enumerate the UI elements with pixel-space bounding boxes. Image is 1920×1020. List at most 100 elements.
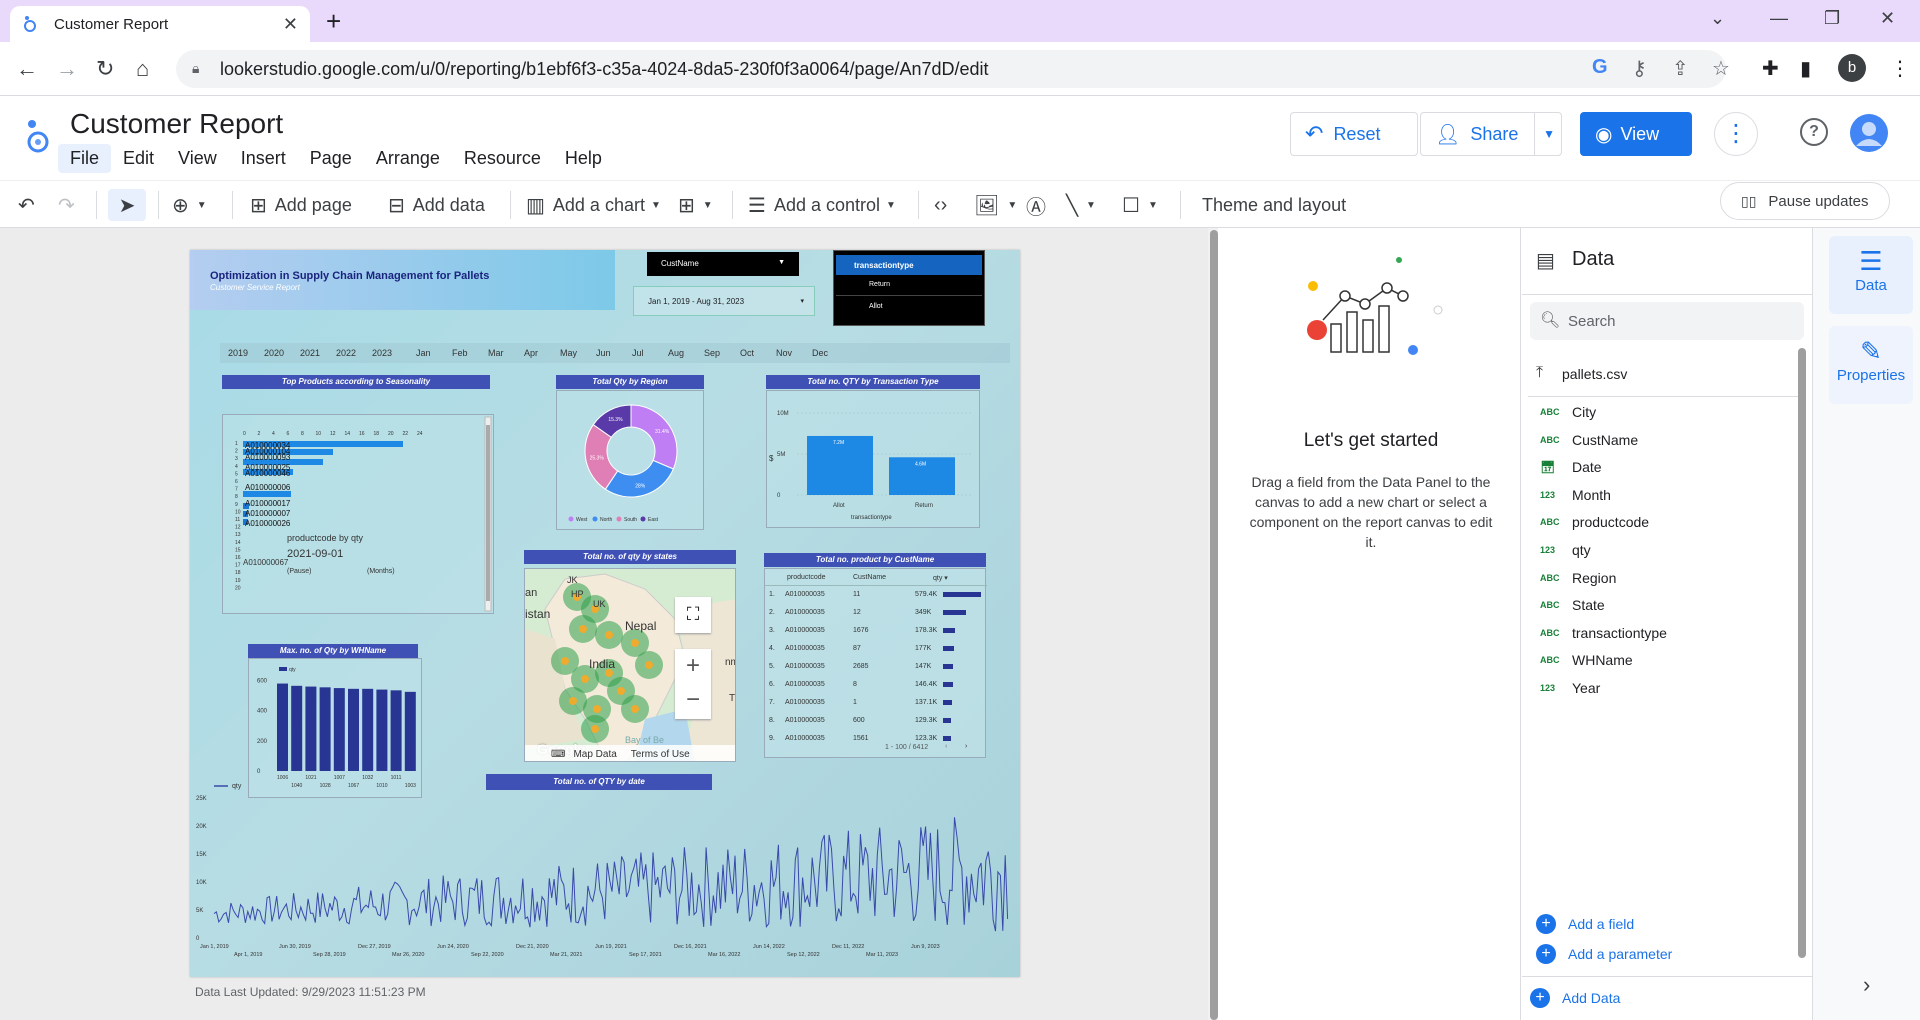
- tab-close-icon[interactable]: ✕: [283, 14, 298, 35]
- menu-help[interactable]: Help: [553, 144, 614, 173]
- canvas-scrollbar[interactable]: [1208, 228, 1218, 1020]
- map-zoom-in-icon[interactable]: +: [675, 649, 711, 683]
- back-icon[interactable]: ←: [16, 56, 38, 82]
- custname-dropdown[interactable]: CustName ▼: [647, 252, 799, 276]
- year-filter-2021[interactable]: 2021: [300, 348, 320, 358]
- table-prev-icon[interactable]: ‹: [945, 743, 947, 750]
- browser-menu-icon[interactable]: ⋮: [1890, 56, 1910, 81]
- year-filter-2023[interactable]: 2023: [372, 348, 392, 358]
- option-return[interactable]: Return: [869, 281, 890, 288]
- qty-date-chart[interactable]: qty 25K 20K 15K 10K 5K 0 Jan 1, 2019 Jun 30, 201…: [190, 778, 1020, 977]
- reload-icon[interactable]: ↻: [96, 56, 114, 82]
- text-box-icon[interactable]: Ⓐ: [1026, 189, 1054, 221]
- field-qty[interactable]: 123 qty: [1540, 542, 1591, 558]
- transactiontype-control[interactable]: transactiontype Return Allot: [833, 250, 985, 326]
- menu-view[interactable]: View: [166, 144, 229, 173]
- month-filter-jul[interactable]: Jul: [632, 348, 644, 358]
- table-next-icon[interactable]: ›: [965, 743, 967, 750]
- add-data-button[interactable]: ⊟ Add data: [388, 189, 485, 221]
- top-products-chart[interactable]: 0 2 4 6 8 10 12 14 16 18 20 22 24 1 2 3 4 5 6 7 8 9 10 11 12 13 14…: [222, 414, 494, 614]
- user-avatar-icon[interactable]: [1850, 114, 1888, 152]
- year-filter-2019[interactable]: 2019: [228, 348, 248, 358]
- field-whname[interactable]: ABC WHName: [1540, 652, 1633, 668]
- data-search-input[interactable]: 🔍︎ Search: [1530, 302, 1804, 340]
- tab-search-icon[interactable]: ⌄: [1710, 8, 1725, 29]
- field-transactiontype[interactable]: ABC transactiontype: [1540, 625, 1667, 641]
- data-panel-scrollbar[interactable]: [1798, 348, 1806, 958]
- cust-table[interactable]: productcode CustName qty ▾ 1. A010000035 1…: [764, 568, 987, 758]
- col-qty[interactable]: qty ▾: [933, 574, 948, 582]
- properties-rail-button[interactable]: ✎ Properties: [1829, 326, 1913, 404]
- more-options-icon[interactable]: ⋮: [1714, 112, 1758, 156]
- col-custname[interactable]: CustName: [853, 574, 886, 581]
- field-month[interactable]: 123 Month: [1540, 487, 1611, 503]
- transaction-bar-chart[interactable]: 10M 5M 0 $7.2M Allot 4.6M Return transactiontyp…: [766, 390, 980, 528]
- data-source-name[interactable]: pallets.csv: [1562, 366, 1627, 382]
- month-filter-jan[interactable]: Jan: [416, 348, 431, 358]
- line-icon[interactable]: ╲ ▼: [1066, 189, 1096, 221]
- col-productcode[interactable]: productcode: [787, 574, 826, 581]
- add-parameter-link[interactable]: + Add a parameter: [1536, 944, 1672, 964]
- data-rail-button[interactable]: ☰ Data: [1829, 236, 1913, 314]
- field-productcode[interactable]: ABC productcode: [1540, 514, 1649, 530]
- menu-resource[interactable]: Resource: [452, 144, 553, 173]
- pause-updates-button[interactable]: ▯▯ Pause updates: [1720, 182, 1890, 220]
- share-button[interactable]: 👤︎ Share ▼: [1420, 112, 1562, 156]
- undo-icon[interactable]: ↶: [18, 189, 43, 221]
- add-field-link[interactable]: + Add a field: [1536, 914, 1634, 934]
- bookmark-star-icon[interactable]: ☆: [1712, 56, 1730, 81]
- minimize-icon[interactable]: —: [1770, 8, 1788, 29]
- field-city[interactable]: ABC City: [1540, 404, 1596, 420]
- browser-tab[interactable]: Customer Report ✕: [10, 6, 310, 42]
- redo-icon[interactable]: ↷: [58, 189, 83, 221]
- map-fullscreen-icon[interactable]: ⛶: [675, 597, 711, 633]
- date-range-control[interactable]: Jan 1, 2019 - Aug 31, 2023 ▾: [633, 286, 815, 316]
- field-year[interactable]: 123 Year: [1540, 680, 1600, 696]
- report-title[interactable]: Customer Report: [70, 108, 283, 140]
- year-filter-2020[interactable]: 2020: [264, 348, 284, 358]
- report-canvas[interactable]: Optimization in Supply Chain Management …: [190, 250, 1020, 977]
- embed-code-icon[interactable]: ‹›: [934, 189, 955, 221]
- share-page-icon[interactable]: ⇪: [1672, 56, 1689, 81]
- option-allot[interactable]: Allot: [869, 303, 883, 310]
- field-custname[interactable]: ABC CustName: [1540, 432, 1638, 448]
- field-state[interactable]: ABC State: [1540, 597, 1605, 613]
- help-icon[interactable]: ?: [1800, 118, 1828, 146]
- menu-arrange[interactable]: Arrange: [364, 144, 452, 173]
- profile-avatar[interactable]: b: [1838, 54, 1866, 82]
- side-panel-icon[interactable]: ▮: [1800, 56, 1811, 81]
- transactiontype-header[interactable]: transactiontype: [836, 255, 982, 275]
- year-filter-2022[interactable]: 2022: [336, 348, 356, 358]
- forward-icon[interactable]: →: [56, 56, 78, 82]
- month-filter-feb[interactable]: Feb: [452, 348, 468, 358]
- community-viz-icon[interactable]: ⊞ ▼: [678, 189, 713, 221]
- menu-edit[interactable]: Edit: [111, 144, 166, 173]
- add-page-button[interactable]: ⊞ Add page: [250, 189, 352, 221]
- menu-page[interactable]: Page: [298, 144, 364, 173]
- field-date[interactable]: 📅︎ Date: [1540, 459, 1602, 475]
- new-tab-icon[interactable]: +: [326, 6, 341, 37]
- expand-panel-chevron-icon[interactable]: ›: [1863, 972, 1870, 998]
- looker-studio-logo-icon[interactable]: [22, 116, 52, 156]
- shape-icon[interactable]: ☐ ▼: [1122, 189, 1158, 221]
- map-zoom-out-icon[interactable]: −: [675, 683, 711, 717]
- region-pie-chart[interactable]: 31.4% 28% 25.3% 15.3% West North South East: [556, 390, 704, 530]
- month-filter-sep[interactable]: Sep: [704, 348, 720, 358]
- select-pointer-icon[interactable]: ➤: [108, 189, 146, 221]
- month-filter-nov[interactable]: Nov: [776, 348, 792, 358]
- month-filter-oct[interactable]: Oct: [740, 348, 754, 358]
- terms-link[interactable]: Terms of Use: [631, 749, 690, 760]
- share-dropdown-icon[interactable]: ▼: [1534, 113, 1555, 155]
- window-close-icon[interactable]: ✕: [1880, 8, 1895, 29]
- home-icon[interactable]: ⌂: [136, 56, 149, 82]
- month-filter-aug[interactable]: Aug: [668, 348, 684, 358]
- states-map[interactable]: JK HP UK istan Nepal India Bay of Be an …: [524, 568, 736, 762]
- month-filter-may[interactable]: May: [560, 348, 577, 358]
- month-filter-apr[interactable]: Apr: [524, 348, 538, 358]
- month-filter-jun[interactable]: Jun: [596, 348, 611, 358]
- restore-icon[interactable]: ❐: [1824, 8, 1840, 29]
- month-filter-dec[interactable]: Dec: [812, 348, 828, 358]
- view-button[interactable]: ◉ View: [1580, 112, 1692, 156]
- add-chart-button[interactable]: ▥ Add a chart ▼: [526, 189, 661, 221]
- add-data-link[interactable]: + Add Data: [1530, 988, 1620, 1008]
